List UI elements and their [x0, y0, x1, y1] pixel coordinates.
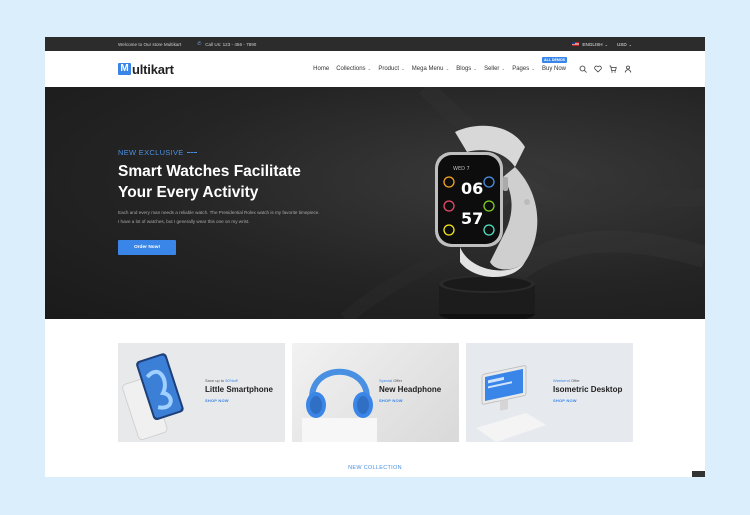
- nav-item-mega-menu[interactable]: Mega Menu ⌄: [412, 66, 449, 72]
- hero-description: Each and every man needs a reliable watc…: [118, 209, 378, 226]
- nav-label: Mega Menu: [411, 66, 444, 72]
- banner-text: Special Offer New Headphone SHOP NOW: [379, 378, 459, 403]
- nav-label: Seller: [484, 66, 500, 72]
- banner-title: New Headphone: [379, 385, 442, 394]
- logo-mark: M: [118, 63, 131, 75]
- hero-desc-line1: Each and every man needs a reliable watc…: [118, 210, 320, 215]
- eyebrow-accent: 50%off: [225, 378, 238, 383]
- phone-icon: ✆: [197, 40, 202, 47]
- chevron-down-icon: ⌄: [445, 66, 450, 71]
- chevron-down-icon: ⌄: [604, 41, 608, 47]
- welcome-text: Welcome to Our store Multikart: [118, 41, 182, 47]
- nav-item-seller[interactable]: Seller ⌄: [484, 66, 505, 72]
- call-text: Call Us: 123 - 456 - 7890: [205, 41, 257, 47]
- logo[interactable]: M ultikart: [118, 62, 174, 77]
- nav-label: Blogs: [456, 66, 472, 72]
- nav-item-product[interactable]: Product ⌄: [378, 66, 404, 72]
- language-label: ENGLISH: [582, 41, 603, 47]
- banner-eyebrow: Save up to 50%off: [205, 378, 285, 383]
- banner-isometric-desktop[interactable]: Weekend Offer Isometric Desktop SHOP NOW: [466, 343, 633, 442]
- hero-desc-line2: I have a lot of watches, but I generally…: [118, 218, 250, 224]
- nav-item-pages[interactable]: Pages ⌄: [512, 66, 535, 72]
- chevron-down-icon: ⌄: [501, 66, 506, 71]
- nav-item-buy-now[interactable]: ALL DEMOS Buy Now: [541, 57, 568, 72]
- scroll-to-top-button[interactable]: [692, 471, 705, 477]
- nav-item-home[interactable]: Home: [313, 66, 329, 72]
- heart-icon[interactable]: [594, 65, 602, 73]
- hero-title-line1: Smart Watches Facilitate: [118, 163, 301, 180]
- banner-text: Weekend Offer Isometric Desktop SHOP NOW: [553, 378, 633, 403]
- us-flag-icon: [572, 41, 580, 47]
- chevron-down-icon: ⌄: [367, 66, 372, 71]
- currency-selector[interactable]: USD ⌄: [617, 42, 632, 47]
- eyebrow-suffix: Offer: [569, 378, 580, 383]
- watch-time-bottom: 57: [461, 209, 483, 228]
- all-demos-badge: ALL DEMOS: [541, 57, 568, 63]
- hero-background-swirl: [340, 87, 705, 319]
- hero-kicker-text: NEW EXCLUSIVE: [118, 148, 184, 157]
- headphone-image: [302, 368, 377, 442]
- shop-now-link[interactable]: SHOP NOW: [553, 398, 633, 403]
- desktop-image: [476, 365, 546, 442]
- kicker-dash: [186, 152, 197, 153]
- eyebrow-accent: Weekend: [553, 378, 570, 383]
- watch-time-top: 06: [461, 179, 483, 198]
- hero-kicker: NEW EXCLUSIVE: [118, 148, 197, 157]
- order-now-button[interactable]: Order Now!: [118, 240, 176, 255]
- banner-eyebrow: Special Offer: [379, 378, 459, 383]
- banner-eyebrow: Weekend Offer: [553, 378, 633, 383]
- currency-label: USD: [616, 41, 627, 47]
- svg-text:WED 7: WED 7: [453, 166, 470, 172]
- chevron-down-icon: ⌄: [531, 66, 535, 71]
- chevron-down-icon: ⌄: [628, 41, 632, 47]
- nav-label: Home: [313, 66, 330, 72]
- header-icons: [579, 65, 632, 73]
- main-nav: Home Collections ⌄ Product ⌄ Mega Menu ⌄ Bl…: [313, 57, 632, 73]
- banner-new-headphone[interactable]: Special Offer New Headphone SHOP NOW: [292, 343, 459, 442]
- call-info: ✆ Call Us: 123 - 456 - 7890: [197, 40, 257, 47]
- banner-little-smartphone[interactable]: Save up to 50%off Little Smartphone SHOP…: [118, 343, 285, 442]
- chevron-down-icon: ⌄: [401, 66, 405, 71]
- top-bar-right: ENGLISH ⌄ USD ⌄: [572, 42, 632, 47]
- user-icon[interactable]: [624, 65, 632, 73]
- hero-title-line2: Your Every Activity: [118, 184, 259, 201]
- banner-text: Save up to 50%off Little Smartphone SHOP…: [205, 378, 285, 403]
- chevron-down-icon: ⌄: [473, 66, 478, 71]
- page-frame: Welcome to Our store Multikart ✆ Call Us…: [45, 37, 705, 477]
- hero-title: Smart Watches Facilitate Your Every Acti…: [118, 161, 358, 203]
- nav-label: Buy Now: [541, 66, 566, 72]
- nav-item-collections[interactable]: Collections ⌄: [336, 66, 371, 72]
- eyebrow-accent: Special: [379, 378, 393, 383]
- shop-now-link[interactable]: SHOP NOW: [205, 398, 285, 403]
- nav-label: Collections: [336, 66, 366, 72]
- nav-label: Pages: [512, 66, 530, 72]
- banner-title: Little Smartphone: [205, 385, 274, 394]
- search-icon[interactable]: [579, 65, 587, 73]
- main-header: M ultikart Home Collections ⌄ Product ⌄ Me…: [45, 51, 705, 87]
- cart-icon[interactable]: [609, 65, 617, 73]
- eyebrow-prefix: Save up to: [205, 378, 226, 383]
- language-selector[interactable]: ENGLISH ⌄: [572, 42, 608, 47]
- section-heading-new-collection: NEW COLLECTION: [348, 465, 402, 471]
- hero-banner: NEW EXCLUSIVE Smart Watches Facilitate Y…: [45, 87, 705, 319]
- nav-item-blogs[interactable]: Blogs ⌄: [456, 66, 477, 72]
- nav-label: Product: [378, 66, 400, 72]
- smartphone-image: [122, 353, 184, 440]
- banner-title: Isometric Desktop: [553, 385, 623, 394]
- smartwatch-image: WED 7 06 57: [435, 125, 538, 319]
- eyebrow-suffix: Offer: [392, 378, 403, 383]
- top-bar: Welcome to Our store Multikart ✆ Call Us…: [45, 37, 705, 51]
- logo-text: ultikart: [132, 61, 174, 77]
- shop-now-link[interactable]: SHOP NOW: [379, 398, 459, 403]
